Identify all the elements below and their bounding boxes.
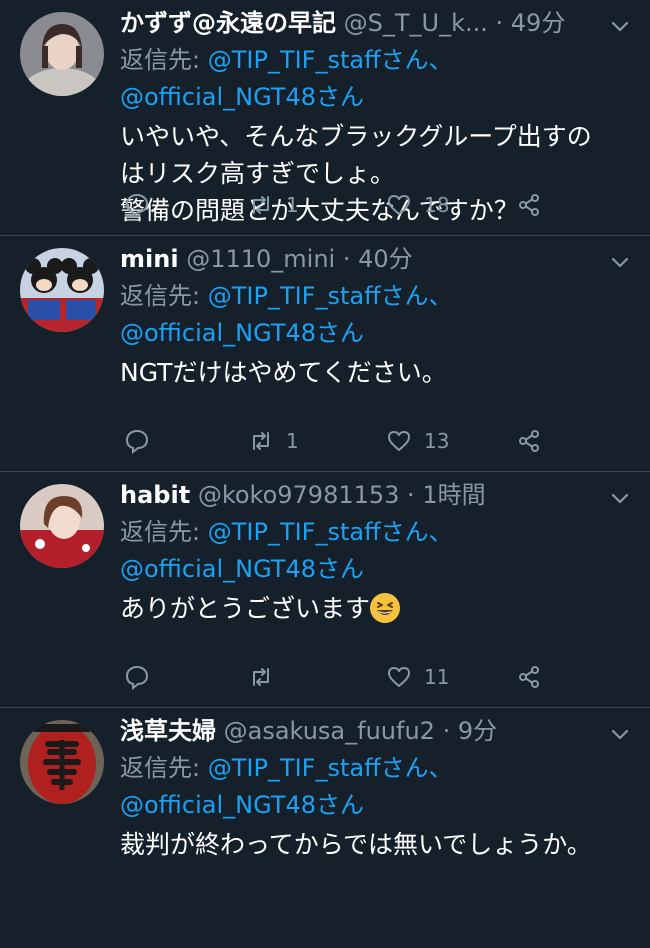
replying-prefix: 返信先: xyxy=(120,46,208,74)
mention-link[interactable]: @official_NGT48さん xyxy=(120,791,364,819)
user-handle[interactable]: @asakusa_fuufu2 xyxy=(224,717,435,745)
mouse-characters-icon xyxy=(20,248,104,332)
tweet-text-line: はリスク高すぎでしょ。 xyxy=(120,159,396,188)
like-button[interactable]: 18 xyxy=(386,189,449,221)
reply-button[interactable] xyxy=(124,425,150,457)
retweet-button[interactable]: 1 xyxy=(248,425,299,457)
tweet[interactable]: 浅草夫婦 @asakusa_fuufu2 · 9分 返信先: @TIP_TIF_… xyxy=(0,708,650,944)
chevron-down-icon[interactable] xyxy=(610,488,630,508)
tweet-header: 浅草夫婦 @asakusa_fuufu2 · 9分 xyxy=(120,712,610,750)
heart-icon xyxy=(388,667,410,687)
tweet-actions: 1 18 xyxy=(120,189,630,221)
avatar[interactable] xyxy=(20,484,104,568)
mention-link[interactable]: @official_NGT48さん xyxy=(120,319,364,347)
tweet-text-segment: ありがとうございます xyxy=(120,594,371,623)
share-icon xyxy=(519,430,539,452)
like-button[interactable]: 11 xyxy=(386,661,449,693)
chevron-down-icon[interactable] xyxy=(610,724,630,744)
heart-icon xyxy=(388,431,410,451)
separator: · xyxy=(434,717,458,745)
tweet-text-line: NGTだけはやめてください。 xyxy=(120,358,447,387)
user-handle[interactable]: @koko97981153 xyxy=(198,481,400,509)
retweet-button[interactable] xyxy=(248,661,274,693)
replying-to: 返信先: @TIP_TIF_staffさん、 @official_NGT48さん xyxy=(120,42,610,116)
tweet-text: NGTだけはやめてください。 xyxy=(120,354,610,391)
tweet-actions: 11 xyxy=(120,661,630,693)
replying-to: 返信先: @TIP_TIF_staffさん、 @official_NGT48さん xyxy=(120,514,610,588)
user-handle[interactable]: @1110_mini xyxy=(186,245,335,273)
share-button[interactable] xyxy=(516,661,542,693)
separator: · xyxy=(335,245,359,273)
timestamp[interactable]: 9分 xyxy=(458,717,497,745)
mention-link[interactable]: @TIP_TIF_staffさん、 xyxy=(208,282,453,310)
like-count: 13 xyxy=(424,429,450,453)
tweet[interactable]: かずず@永遠の早記 @S_T_U_k... · 49分 返信先: @TIP_TI… xyxy=(0,0,650,236)
replying-prefix: 返信先: xyxy=(120,518,208,546)
timestamp[interactable]: 40分 xyxy=(358,245,413,273)
like-count: 18 xyxy=(424,193,450,217)
heart-icon xyxy=(388,195,410,215)
display-name[interactable]: 浅草夫婦 xyxy=(120,717,216,745)
avatar[interactable] xyxy=(20,12,104,96)
replying-to: 返信先: @TIP_TIF_staffさん、 @official_NGT48さん xyxy=(120,278,610,352)
replying-to: 返信先: @TIP_TIF_staffさん、 @official_NGT48さん xyxy=(120,750,610,824)
mention-link[interactable]: @official_NGT48さん xyxy=(120,83,364,111)
chevron-down-icon[interactable] xyxy=(610,252,630,272)
grinning-squinting-face-icon xyxy=(370,593,401,623)
share-icon xyxy=(519,666,539,688)
mention-link[interactable]: @official_NGT48さん xyxy=(120,555,364,583)
tweet[interactable]: mini @1110_mini · 40分 返信先: @TIP_TIF_staf… xyxy=(0,236,650,472)
retweet-count: 1 xyxy=(286,193,299,217)
mention-link[interactable]: @TIP_TIF_staffさん、 xyxy=(208,518,453,546)
display-name[interactable]: mini xyxy=(120,245,179,273)
replying-prefix: 返信先: xyxy=(120,282,208,310)
tweet[interactable]: habit @koko97981153 · 1時間 返信先: @TIP_TIF_… xyxy=(0,472,650,708)
share-button[interactable] xyxy=(516,189,542,221)
tweet-header: habit @koko97981153 · 1時間 xyxy=(120,476,610,514)
tweet-text-line: いやいや、そんなブラックグループ出すの xyxy=(120,122,592,151)
display-name[interactable]: かずず@永遠の早記 xyxy=(120,9,336,37)
retweet-icon xyxy=(253,668,269,686)
retweet-icon xyxy=(253,432,269,450)
tweet-text: 裁判が終わってからでは無いでしょうか。 xyxy=(120,826,610,863)
user-photo-icon xyxy=(20,12,104,96)
like-count: 11 xyxy=(424,665,450,689)
reply-button[interactable] xyxy=(124,661,150,693)
tweet-actions: 1 13 xyxy=(120,425,630,457)
user-photo-icon xyxy=(20,484,104,568)
tweet-header: mini @1110_mini · 40分 xyxy=(120,240,610,278)
share-icon xyxy=(519,194,539,216)
reply-button[interactable] xyxy=(124,189,150,221)
mention-link[interactable]: @TIP_TIF_staffさん、 xyxy=(208,754,453,782)
tweet-text: ありがとうございます xyxy=(120,590,610,627)
like-button[interactable]: 13 xyxy=(386,425,449,457)
reply-icon xyxy=(125,429,149,454)
retweet-icon xyxy=(253,196,269,214)
avatar[interactable] xyxy=(20,720,104,804)
timestamp[interactable]: 1時間 xyxy=(422,481,485,509)
separator: · xyxy=(399,481,423,509)
avatar[interactable] xyxy=(20,248,104,332)
retweet-button[interactable]: 1 xyxy=(248,189,299,221)
reply-icon xyxy=(125,193,149,218)
chevron-down-icon[interactable] xyxy=(610,16,630,36)
share-button[interactable] xyxy=(516,425,542,457)
tweet-text-line: ありがとうございます xyxy=(120,590,610,627)
timestamp[interactable]: 49分 xyxy=(511,9,566,37)
reply-icon xyxy=(125,665,149,690)
retweet-count: 1 xyxy=(286,429,299,453)
user-handle[interactable]: @S_T_U_k... xyxy=(344,9,488,37)
mention-link[interactable]: @TIP_TIF_staffさん、 xyxy=(208,46,453,74)
tweet-header: かずず@永遠の早記 @S_T_U_k... · 49分 xyxy=(120,4,610,42)
display-name[interactable]: habit xyxy=(120,481,190,509)
separator: · xyxy=(487,9,511,37)
replying-prefix: 返信先: xyxy=(120,754,208,782)
tweet-text-line: 裁判が終わってからでは無いでしょうか。 xyxy=(120,830,592,859)
lantern-icon xyxy=(20,720,104,804)
timeline: かずず@永遠の早記 @S_T_U_k... · 49分 返信先: @TIP_TI… xyxy=(0,0,650,948)
